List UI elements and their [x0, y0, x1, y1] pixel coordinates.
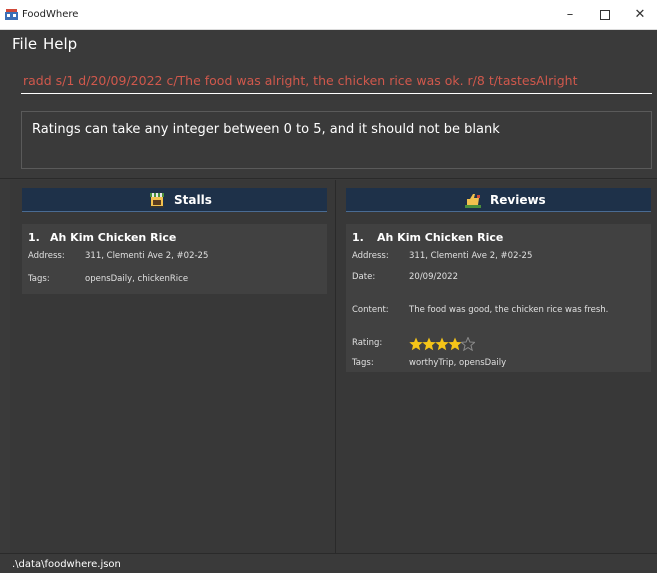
review-name-text: Ah Kim Chicken Rice	[377, 231, 504, 244]
stalls-title: Stalls	[174, 193, 212, 207]
menu-bar: File Help	[0, 30, 657, 56]
window-title: FoodWhere	[22, 9, 79, 20]
save-location: .\data\foodwhere.json	[12, 559, 121, 570]
review-tags-label: Tags:	[352, 358, 374, 368]
review-date: 20/09/2022	[409, 272, 458, 282]
app-icon	[5, 9, 18, 20]
review-tags: worthyTrip, opensDaily	[409, 358, 507, 368]
stalls-panel: Stalls 1. Ah Kim Chicken Rice Address: 31…	[10, 180, 335, 553]
stall-tags: opensDaily, chickenRice	[85, 274, 189, 284]
review-rating-label: Rating:	[352, 338, 383, 348]
stall-name: 1. Ah Kim Chicken Rice	[28, 231, 176, 244]
review-content-label: Content:	[352, 305, 389, 315]
review-name: 1. Ah Kim Chicken Rice	[352, 231, 503, 244]
close-button[interactable]: ✕	[618, 0, 657, 30]
status-bar: .\data\foodwhere.json	[0, 553, 657, 573]
command-input[interactable]	[23, 70, 643, 90]
section-divider	[0, 178, 657, 179]
thumbs-up-icon	[465, 194, 481, 208]
command-underline	[21, 93, 652, 94]
star-filled-icon	[448, 337, 462, 351]
maximize-icon	[600, 9, 610, 20]
stalls-header: Stalls	[22, 188, 327, 212]
review-card[interactable]: 1. Ah Kim Chicken Rice Address: 311, Clem…	[346, 224, 651, 372]
food-stall-icon	[150, 193, 164, 208]
stall-card[interactable]: 1. Ah Kim Chicken Rice Address: 311, Clem…	[22, 224, 327, 294]
stall-name-text: Ah Kim Chicken Rice	[50, 231, 177, 244]
review-content: The food was good, the chicken rice was …	[409, 305, 609, 315]
review-index: 1.	[352, 231, 364, 244]
star-empty-icon	[461, 337, 475, 351]
command-box	[0, 56, 657, 101]
star-filled-icon	[422, 337, 436, 351]
review-address: 311, Clementi Ave 2, #02-25	[409, 251, 533, 261]
result-display: Ratings can take any integer between 0 t…	[21, 111, 652, 169]
menu-file[interactable]: File	[12, 35, 37, 53]
stall-index: 1.	[28, 231, 40, 244]
stall-address: 311, Clementi Ave 2, #02-25	[85, 251, 209, 261]
star-filled-icon	[409, 337, 423, 351]
result-message: Ratings can take any integer between 0 t…	[32, 122, 500, 137]
stall-tags-label: Tags:	[28, 274, 50, 284]
window-titlebar: FoodWhere – ✕	[0, 0, 657, 30]
stall-address-label: Address:	[28, 251, 65, 261]
menu-help[interactable]: Help	[43, 35, 77, 53]
star-filled-icon	[435, 337, 449, 351]
reviews-panel: Reviews 1. Ah Kim Chicken Rice Address: 3…	[336, 180, 657, 553]
reviews-title: Reviews	[490, 193, 546, 207]
review-date-label: Date:	[352, 272, 376, 282]
close-icon: ✕	[634, 7, 646, 22]
reviews-header: Reviews	[346, 188, 651, 212]
minimize-icon: –	[566, 7, 574, 22]
review-address-label: Address:	[352, 251, 389, 261]
